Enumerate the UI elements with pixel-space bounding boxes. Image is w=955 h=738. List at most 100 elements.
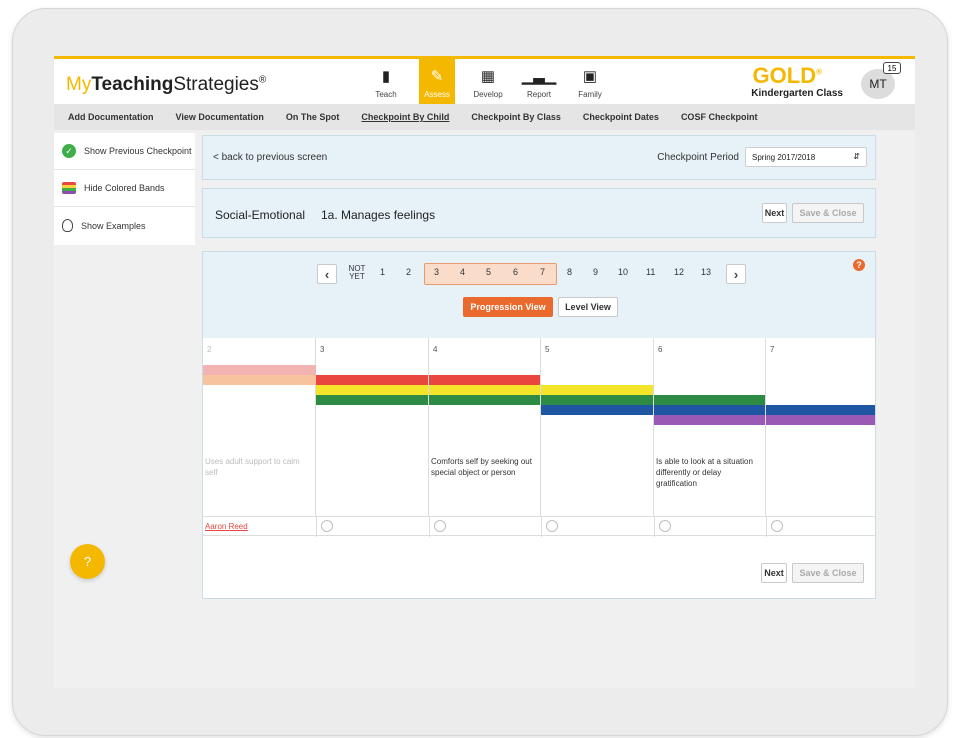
options-sidebar: ✓ Show Previous Checkpoint Hide Colored … [54,133,195,245]
hide-colored-bands[interactable]: Hide Colored Bands [54,170,195,207]
notification-badge[interactable]: 15 [883,62,901,74]
level-not-yet[interactable]: NOT YET [347,265,367,281]
app-screen: MyTeachingStrategies® ▮ Teach ✎ Assess ▦… [54,56,915,688]
product-registered: ® [816,67,822,77]
level-view-button[interactable]: Level View [558,297,618,317]
domain-title: Social-Emotional [215,208,306,222]
column-number: 3 [320,345,325,354]
check-circle-icon: ✓ [62,144,76,158]
subnav-view-documentation[interactable]: View Documentation [176,112,264,122]
column-number: 2 [207,345,212,354]
level-10[interactable]: 10 [618,267,628,277]
column-number: 7 [770,345,775,354]
level-4[interactable]: 4 [460,267,465,277]
checkpoint-period-panel: < back to previous screen Checkpoint Per… [202,135,876,180]
period-value: Spring 2017/2018 [752,153,816,162]
main-nav: ▮ Teach ✎ Assess ▦ Develop ▁▃▁ Report ▣ … [368,59,623,104]
child-row: Aaron Reed [203,516,875,537]
radio-level-3[interactable] [321,520,333,532]
app-logo[interactable]: MyTeachingStrategies® [66,74,266,96]
row-divider [766,517,767,537]
level-9[interactable]: 9 [593,267,598,277]
level-1[interactable]: 1 [380,267,385,277]
not-yet-line2: YET [349,272,365,281]
level-8[interactable]: 8 [567,267,572,277]
level-column-7: 7 [766,338,875,516]
class-name[interactable]: Kindergarten Class [751,88,843,99]
level-selector: ‹ NOT YET 1 2 3 4 5 6 7 8 9 10 11 12 13 ›… [203,252,875,338]
checkpoint-period-label: Checkpoint Period [657,152,739,163]
app-header: MyTeachingStrategies® ▮ Teach ✎ Assess ▦… [54,56,915,104]
band-purple [654,415,765,425]
next-button-bottom[interactable]: Next [761,563,787,583]
checkpoint-period-select[interactable]: Spring 2017/2018 ⇵ [745,147,867,167]
progression-view-button[interactable]: Progression View [463,297,553,317]
radio-level-6[interactable] [659,520,671,532]
level-description: Uses adult support to calm self [205,457,300,477]
level-column-3: 3 [316,338,429,516]
next-button[interactable]: Next [762,203,787,223]
colored-bands-icon [62,182,76,194]
nav-label-develop: Develop [473,90,503,99]
help-icon[interactable]: ? [853,259,865,271]
logo-registered: ® [258,74,267,86]
row-divider [654,517,655,537]
subnav-add-documentation[interactable]: Add Documentation [68,112,154,122]
develop-icon: ▦ [480,68,496,85]
band-green [316,395,428,405]
back-link[interactable]: < back to previous screen [213,152,327,163]
band-blue [654,405,765,415]
nav-label-report: Report [526,90,551,99]
subnav-on-the-spot[interactable]: On The Spot [286,112,340,122]
band-green [429,395,540,405]
level-6[interactable]: 6 [513,267,518,277]
chevron-right-icon[interactable]: › [726,264,746,284]
product-name: GOLD® [753,63,822,89]
save-close-button-bottom[interactable]: Save & Close [792,563,864,583]
level-13[interactable]: 13 [701,267,711,277]
band-blue [541,405,653,415]
band-yellow [429,385,540,395]
level-5[interactable]: 5 [486,267,491,277]
level-11[interactable]: 11 [646,267,655,277]
nav-label-assess: Assess [424,90,450,99]
band-blue [766,405,875,415]
family-icon: ▣ [582,68,598,85]
radio-level-7[interactable] [771,520,783,532]
sidebar-label-examples: Show Examples [81,220,146,231]
subnav-checkpoint-dates[interactable]: Checkpoint Dates [583,112,659,122]
level-12[interactable]: 12 [674,267,684,277]
nav-report[interactable]: ▁▃▁ Report [521,59,557,104]
level-column-2: 2 Uses adult support to calm self [203,338,316,516]
product-title: GOLD [752,63,817,88]
chevron-left-icon[interactable]: ‹ [317,264,337,284]
subnav-checkpoint-by-child[interactable]: Checkpoint By Child [361,112,449,122]
show-examples[interactable]: Show Examples [54,207,195,244]
subnav-cosf-checkpoint[interactable]: COSF Checkpoint [681,112,758,122]
assess-subnav: Add Documentation View Documentation On … [54,104,915,130]
nav-develop[interactable]: ▦ Develop [470,59,506,104]
level-3[interactable]: 3 [434,267,439,277]
sidebar-label-bands: Hide Colored Bands [84,183,165,193]
band-green [541,395,653,405]
band-green [654,395,765,405]
nav-family[interactable]: ▣ Family [572,59,608,104]
column-number: 5 [545,345,550,354]
radio-level-4[interactable] [434,520,446,532]
save-close-button[interactable]: Save & Close [792,203,864,223]
sidebar-label-previous: Show Previous Checkpoint [84,146,192,156]
level-7[interactable]: 7 [540,267,545,277]
nav-teach[interactable]: ▮ Teach [368,59,404,104]
teach-icon: ▮ [381,68,391,85]
show-previous-checkpoint[interactable]: ✓ Show Previous Checkpoint [54,133,195,170]
radio-level-5[interactable] [546,520,558,532]
help-fab-button[interactable]: ? [70,544,105,579]
objective-title: 1a. Manages feelings [321,208,436,222]
band-pink [203,365,316,375]
subnav-checkpoint-by-class[interactable]: Checkpoint By Class [471,112,561,122]
child-name-link[interactable]: Aaron Reed [205,522,248,531]
level-2[interactable]: 2 [406,267,411,277]
progression-panel: ‹ NOT YET 1 2 3 4 5 6 7 8 9 10 11 12 13 ›… [202,251,876,599]
objective-panel: Social-Emotional 1a. Manages feelings Ne… [202,188,876,238]
nav-assess[interactable]: ✎ Assess [419,59,455,104]
